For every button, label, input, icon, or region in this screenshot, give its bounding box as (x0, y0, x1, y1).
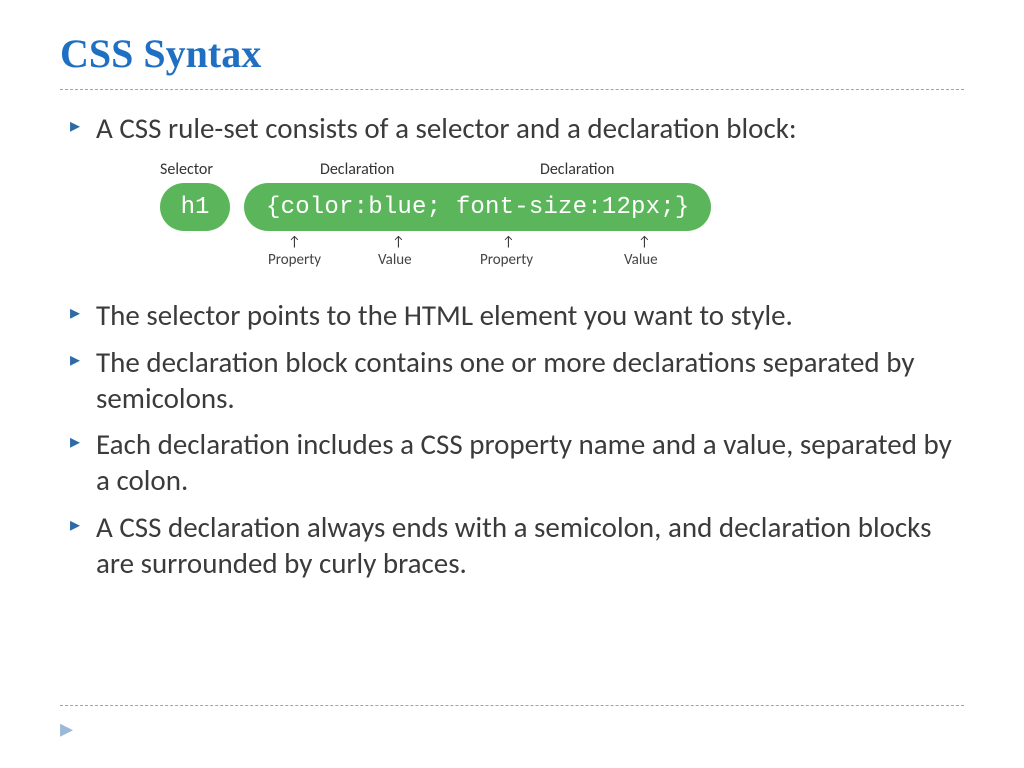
footer-divider (60, 705, 964, 706)
diagram-bottom-labels: ↑ Property ↑ Value ↑ Property ↑ Value (160, 233, 800, 273)
bullet-item: A CSS declaration always ends with a sem… (70, 509, 964, 582)
slide-title: CSS Syntax (60, 30, 964, 77)
label-property-1: Property (268, 251, 321, 269)
css-syntax-diagram: Selector Declaration Declaration h1 {col… (160, 160, 800, 273)
label-property-2: Property (480, 251, 533, 269)
declaration-pill: {color:blue; font-size:12px;} (244, 183, 711, 231)
chevron-right-icon: ▸ (60, 712, 964, 744)
bullet-list: A CSS rule-set consists of a selector an… (60, 110, 964, 146)
bullet-item: A CSS rule-set consists of a selector an… (70, 110, 964, 146)
bullet-item: The declaration block contains one or mo… (70, 344, 964, 417)
arrow-up-icon: ↑ (288, 233, 301, 250)
label-declaration-2: Declaration (520, 160, 740, 179)
title-divider (60, 89, 964, 90)
selector-pill: h1 (160, 183, 230, 231)
slide-footer: ▸ (60, 705, 964, 744)
bullet-item: Each declaration includes a CSS property… (70, 426, 964, 499)
label-value-1: Value (378, 251, 412, 269)
diagram-top-labels: Selector Declaration Declaration (160, 160, 800, 179)
arrow-up-icon: ↑ (392, 233, 405, 250)
arrow-up-icon: ↑ (638, 233, 651, 250)
bullet-item: The selector points to the HTML element … (70, 297, 964, 333)
label-selector: Selector (160, 160, 290, 179)
label-value-2: Value (624, 251, 658, 269)
arrow-up-icon: ↑ (502, 233, 515, 250)
bullet-list: The selector points to the HTML element … (60, 297, 964, 581)
label-declaration-1: Declaration (290, 160, 520, 179)
